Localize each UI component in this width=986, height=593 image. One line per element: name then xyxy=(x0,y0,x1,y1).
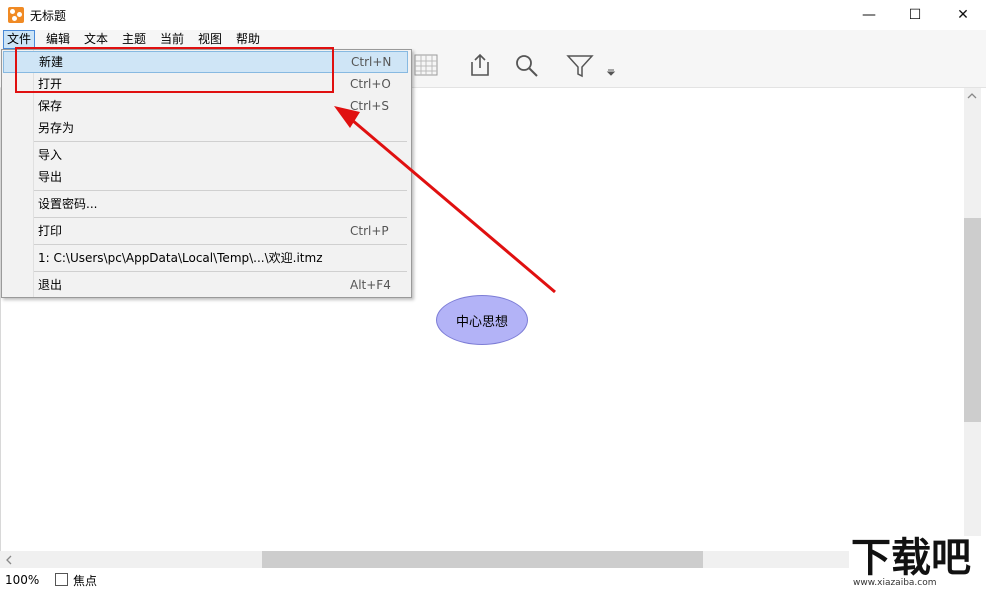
horizontal-scroll-thumb[interactable] xyxy=(262,551,703,568)
app-icon xyxy=(8,7,24,23)
menu-item-label: 退出 xyxy=(38,278,63,292)
menu-item-shortcut: Ctrl+N xyxy=(351,55,392,69)
watermark-logo: 下载吧 www.xiazaiba.com xyxy=(849,536,986,593)
menu-item-shortcut: Ctrl+O xyxy=(350,77,391,91)
menu-separator xyxy=(34,141,407,142)
zoom-level: 100% xyxy=(5,573,40,587)
menu-item-recent-file[interactable]: 1: C:\Users\pc\AppData\Local\Temp\...\欢迎… xyxy=(3,247,408,269)
menu-item-save[interactable]: 保存 Ctrl+S xyxy=(3,95,408,117)
window-title: 无标题 xyxy=(30,9,67,23)
filter-icon[interactable] xyxy=(566,53,594,79)
menu-item-shortcut: Alt+F4 xyxy=(350,278,391,292)
menu-item-export[interactable]: 导出 xyxy=(3,166,408,188)
menu-item-shortcut: Ctrl+S xyxy=(350,99,390,113)
menu-item-shortcut: Ctrl+P xyxy=(350,224,389,238)
menu-item-exit[interactable]: 退出 Alt+F4 xyxy=(3,274,408,296)
focus-label: 焦点 xyxy=(73,574,98,588)
grid-icon[interactable] xyxy=(413,53,439,77)
annotation-highlight-box xyxy=(15,47,334,93)
scroll-up-icon[interactable] xyxy=(966,90,978,102)
menu-item-label: 设置密码... xyxy=(38,197,98,211)
menu-item-import[interactable]: 导入 xyxy=(3,144,408,166)
watermark-text: 下载吧 xyxy=(851,535,971,581)
central-topic-node[interactable]: 中心思想 xyxy=(436,295,528,345)
toolbar-overflow-icon[interactable] xyxy=(606,66,616,76)
search-icon[interactable] xyxy=(514,53,540,79)
menu-item-print[interactable]: 打印 Ctrl+P xyxy=(3,220,408,242)
menu-item-label: 打印 xyxy=(38,224,63,238)
menu-item-label: 1: C:\Users\pc\AppData\Local\Temp\...\欢迎… xyxy=(38,251,323,265)
vertical-scroll-thumb[interactable] xyxy=(964,218,981,422)
menu-item-label: 保存 xyxy=(38,99,63,113)
focus-checkbox[interactable] xyxy=(55,573,68,586)
menu-separator xyxy=(34,244,407,245)
menu-item-label: 导出 xyxy=(38,170,63,184)
menu-item-label: 另存为 xyxy=(38,121,75,135)
menu-separator xyxy=(34,217,407,218)
watermark-url: www.xiazaiba.com xyxy=(853,578,937,588)
menu-item-set-password[interactable]: 设置密码... xyxy=(3,193,408,215)
maximize-button[interactable]: ☐ xyxy=(892,0,938,30)
close-button[interactable]: ✕ xyxy=(940,0,986,30)
scroll-left-icon[interactable] xyxy=(3,554,15,566)
minimize-button[interactable]: — xyxy=(846,0,892,30)
menu-separator xyxy=(34,271,407,272)
menu-item-label: 导入 xyxy=(38,148,63,162)
menu-separator xyxy=(34,190,407,191)
share-icon[interactable] xyxy=(468,52,492,78)
menu-item-save-as[interactable]: 另存为 xyxy=(3,117,408,139)
title-bar xyxy=(0,0,986,30)
status-bar xyxy=(0,568,986,593)
